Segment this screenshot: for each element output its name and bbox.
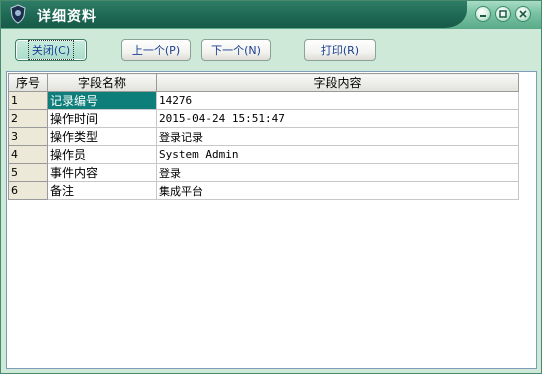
field-value-cell[interactable]: 2015-04-24 15:51:47: [156, 109, 519, 128]
column-header-value[interactable]: 字段内容: [156, 73, 519, 92]
field-name-cell[interactable]: 记录编号: [47, 91, 157, 110]
minimize-icon: [480, 15, 486, 17]
shield-icon: [10, 4, 26, 24]
column-header-field[interactable]: 字段名称: [47, 73, 157, 92]
field-value-cell[interactable]: 登录记录: [156, 127, 519, 146]
title-tab: 详细资料: [1, 1, 467, 28]
title-bar[interactable]: 详细资料: [1, 1, 541, 29]
next-button[interactable]: 下一个(N): [201, 39, 271, 61]
field-value-cell[interactable]: 14276: [156, 91, 519, 110]
prev-button-label: 上一个(P): [131, 44, 181, 57]
maximize-button[interactable]: [495, 6, 511, 22]
close-button[interactable]: 关闭(C): [15, 39, 87, 61]
window-title: 详细资料: [37, 9, 97, 25]
field-name-cell[interactable]: 备注: [47, 181, 157, 200]
prev-button[interactable]: 上一个(P): [121, 39, 191, 61]
column-header-no[interactable]: 序号: [8, 73, 48, 92]
table-row[interactable]: 5 事件内容 登录: [8, 163, 519, 182]
field-value-cell[interactable]: System Admin: [156, 145, 519, 164]
table-row[interactable]: 2 操作时间 2015-04-24 15:51:47: [8, 109, 519, 128]
close-icon: [519, 10, 527, 18]
field-name-cell[interactable]: 操作类型: [47, 127, 157, 146]
detail-window: 详细资料 关闭(C) 上一个(P) 下一个(N) 打印(R) 序号 字段名称 字…: [0, 0, 542, 374]
field-name-cell[interactable]: 操作时间: [47, 109, 157, 128]
header-row: 序号 字段名称 字段内容: [8, 73, 519, 92]
print-button[interactable]: 打印(R): [304, 39, 376, 61]
table-row[interactable]: 3 操作类型 登录记录: [8, 127, 519, 146]
table-row[interactable]: 4 操作员 System Admin: [8, 145, 519, 164]
minimize-button[interactable]: [475, 6, 491, 22]
field-value-cell[interactable]: 集成平台: [156, 181, 519, 200]
field-name-cell[interactable]: 操作员: [47, 145, 157, 164]
row-number: 6: [8, 181, 48, 200]
row-number: 5: [8, 163, 48, 182]
detail-table: 序号 字段名称 字段内容 1 记录编号 14276 2 操作时间 2015-04…: [8, 73, 519, 200]
field-name-cell[interactable]: 事件内容: [47, 163, 157, 182]
close-window-button[interactable]: [515, 6, 531, 22]
table-row[interactable]: 6 备注 集成平台: [8, 181, 519, 200]
print-button-label: 打印(R): [320, 44, 360, 57]
maximize-icon: [499, 10, 507, 18]
table-row[interactable]: 1 记录编号 14276: [8, 91, 519, 110]
field-value-cell[interactable]: 登录: [156, 163, 519, 182]
detail-grid[interactable]: 序号 字段名称 字段内容 1 记录编号 14276 2 操作时间 2015-04…: [6, 71, 537, 369]
row-number: 2: [8, 109, 48, 128]
row-number: 3: [8, 127, 48, 146]
next-button-label: 下一个(N): [211, 44, 261, 57]
row-number: 4: [8, 145, 48, 164]
close-button-label: 关闭(C): [27, 40, 75, 60]
row-number: 1: [8, 91, 48, 110]
